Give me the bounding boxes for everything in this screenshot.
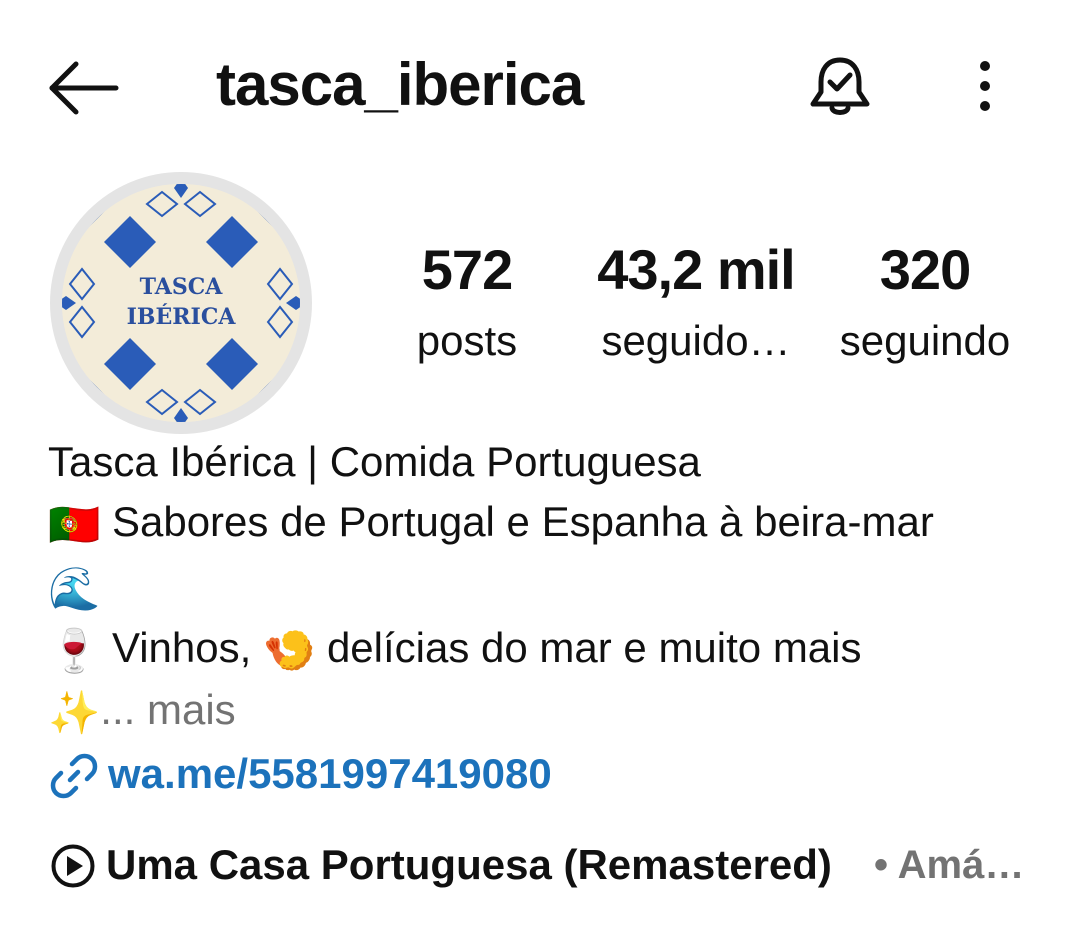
bio-line-3: 🍷 Vinhos, 🍤 delícias do mar e muito mais bbox=[48, 622, 862, 677]
followers-count: 43,2 mil bbox=[597, 238, 795, 301]
stat-following[interactable]: 320 seguindo bbox=[825, 240, 1025, 366]
portugal-flag-icon: 🇵🇹 bbox=[48, 500, 101, 548]
following-label: seguindo bbox=[839, 317, 1011, 364]
shrimp-icon: 🍤 bbox=[262, 626, 316, 674]
following-count: 320 bbox=[879, 238, 971, 301]
music-row[interactable]: Uma Casa Portuguesa (Remastered) • Amá… bbox=[48, 835, 1038, 895]
posts-label: posts bbox=[416, 317, 518, 364]
profile-display-name: Tasca Ibérica | Comida Portuguesa bbox=[48, 438, 701, 485]
notifications-button[interactable] bbox=[805, 52, 875, 122]
link-text: wa.me/5581997419080 bbox=[108, 750, 552, 797]
bio-line-1-text: Sabores de Portugal e Espanha à beira-ma… bbox=[111, 498, 934, 545]
play-circle-icon bbox=[51, 844, 95, 888]
vertical-dots-icon bbox=[980, 61, 990, 111]
stat-posts[interactable]: 572 posts bbox=[400, 240, 534, 366]
followers-label: seguido… bbox=[601, 317, 791, 364]
sparkles-icon: ✨ bbox=[48, 688, 101, 736]
bio-more-button[interactable]: ... mais bbox=[100, 686, 235, 733]
bio-line-3-text-a: Vinhos, bbox=[111, 624, 252, 671]
bio-line-1: 🇵🇹 Sabores de Portugal e Espanha à beira… bbox=[48, 496, 934, 551]
posts-count: 572 bbox=[421, 238, 513, 301]
logo-text-line2: IBÉRICA bbox=[127, 303, 237, 330]
wine-glass-icon: 🍷 bbox=[48, 626, 101, 674]
music-title: Uma Casa Portuguesa (Remastered) bbox=[106, 841, 832, 888]
bio-line-3-text-b: delícias do mar e muito mais bbox=[326, 624, 862, 671]
bio-line-4: ✨... mais bbox=[48, 684, 236, 739]
avatar[interactable]: TASCA IBÉRICA bbox=[62, 184, 300, 422]
profile-link[interactable]: wa.me/5581997419080 bbox=[48, 746, 648, 802]
more-options-button[interactable] bbox=[962, 56, 1008, 116]
bell-check-icon bbox=[810, 57, 870, 115]
arrow-left-icon bbox=[49, 61, 119, 115]
back-button[interactable] bbox=[48, 58, 120, 118]
link-icon bbox=[50, 753, 98, 799]
bio-line-2: 🌊 bbox=[48, 560, 100, 615]
wave-icon: 🌊 bbox=[48, 564, 101, 612]
tile-logo-image: TASCA IBÉRICA bbox=[62, 184, 300, 422]
stat-followers[interactable]: 43,2 mil seguido… bbox=[580, 240, 812, 366]
music-artist: • Amá… bbox=[874, 843, 1025, 887]
logo-text-line1: TASCA bbox=[140, 274, 224, 300]
profile-username: tasca_iberica bbox=[216, 51, 584, 118]
